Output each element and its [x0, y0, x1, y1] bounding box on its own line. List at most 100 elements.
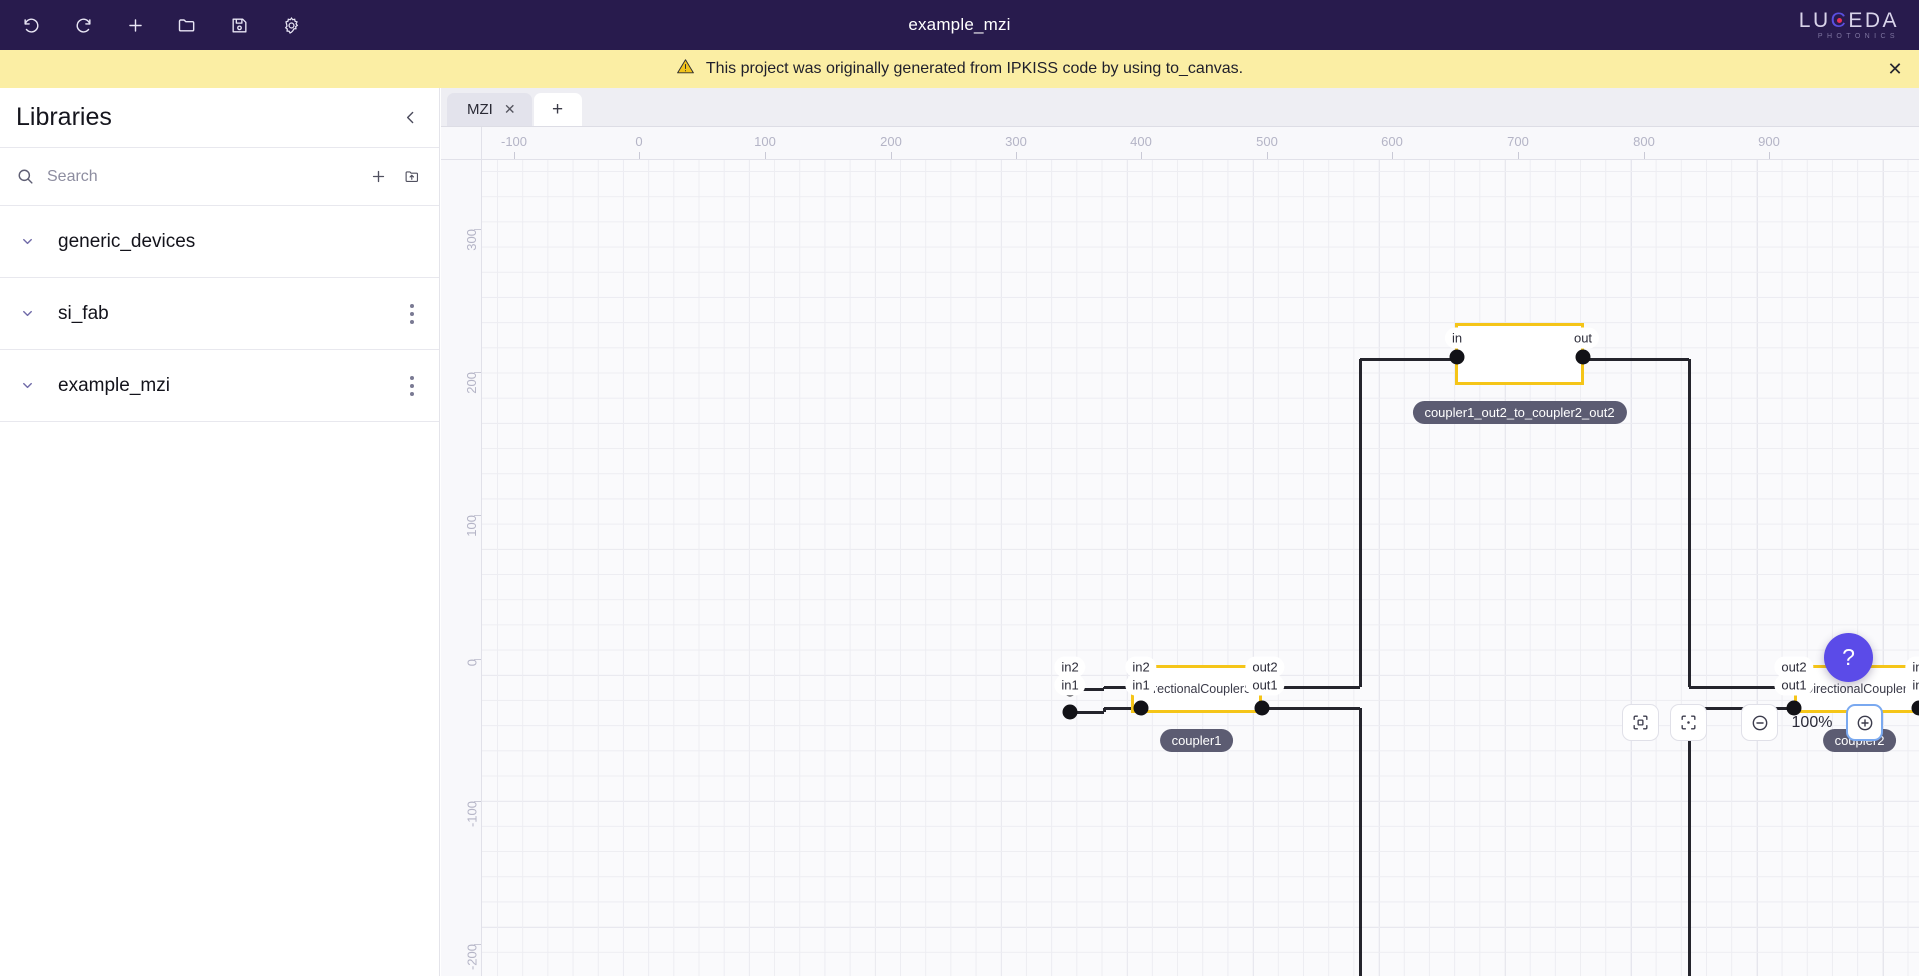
new-tab-button[interactable]: + [534, 93, 582, 126]
close-banner-button[interactable]: ✕ [1885, 59, 1905, 79]
ruler-tick-label: 600 [1381, 134, 1403, 149]
ruler-tick [639, 152, 640, 159]
zoom-in-button[interactable] [1846, 704, 1883, 741]
vertical-ruler: 3002001000-100-200-300 [441, 160, 482, 976]
zoom-level-label: 100% [1789, 714, 1835, 732]
ruler-tick-label: 300 [465, 229, 480, 251]
port-node[interactable] [1255, 701, 1270, 716]
open-folder-icon[interactable] [174, 12, 200, 38]
redo-icon[interactable] [70, 12, 96, 38]
sidebar-item-menu-icon[interactable] [401, 374, 423, 398]
ruler-tick-label: 200 [465, 372, 480, 394]
chevron-down-icon[interactable] [20, 306, 42, 321]
undo-icon[interactable] [18, 12, 44, 38]
ruler-tick [1769, 152, 1770, 159]
canvas[interactable]: -1000100200300400500600700800900 3002001… [441, 127, 1919, 976]
ruler-tick-label: 400 [1130, 134, 1152, 149]
import-library-button[interactable] [401, 166, 423, 188]
component-body[interactable] [1455, 323, 1584, 385]
sidebar-item-menu-icon[interactable] [401, 302, 423, 326]
logo-dot [1837, 18, 1842, 23]
wire-top-arm [1688, 359, 1691, 687]
ruler-tick-label: 800 [1633, 134, 1655, 149]
port-node[interactable] [1063, 705, 1078, 720]
sidebar-item-example-mzi[interactable]: example_mzi [0, 350, 439, 422]
chevron-down-icon[interactable] [20, 234, 42, 249]
sidebar-header: Libraries [0, 88, 439, 148]
port-label: in1 [1905, 675, 1919, 696]
port-label: in1 [1054, 675, 1085, 696]
warning-triangle-icon [676, 57, 695, 81]
port-node[interactable] [1134, 701, 1149, 716]
ruler-tick [765, 152, 766, 159]
port-label: out1 [1245, 675, 1284, 696]
ruler-tick-label: -200 [465, 944, 480, 970]
logo-text-right: EDA [1848, 9, 1899, 32]
search-input[interactable] [47, 168, 355, 186]
ruler-tick-label: -100 [465, 801, 480, 827]
add-library-button[interactable] [367, 166, 389, 188]
sidebar-title: Libraries [16, 103, 112, 132]
warning-banner: This project was originally generated fr… [0, 50, 1919, 88]
ruler-tick-label: -100 [501, 134, 527, 149]
ruler-tick [1141, 152, 1142, 159]
tab-mzi[interactable]: MZI ✕ [447, 93, 532, 126]
app-toolbar: example_mzi LUCEDA PHOTONICS [0, 0, 1919, 50]
help-button[interactable]: ? [1824, 633, 1873, 682]
ruler-tick [1644, 152, 1645, 159]
canvas-grid[interactable]: ...iDirectionalCouplerSPower...in2in1out… [482, 160, 1919, 976]
chevron-down-icon[interactable] [20, 378, 42, 393]
warning-banner-text: This project was originally generated fr… [706, 60, 1243, 78]
ruler-tick-label: 0 [465, 659, 480, 666]
horizontal-ruler: -1000100200300400500600700800900 [441, 127, 1919, 160]
ruler-tick [1267, 152, 1268, 159]
component-top-bar [1455, 323, 1584, 326]
port-node[interactable] [1576, 350, 1591, 365]
ruler-tick-label: 0 [635, 134, 642, 149]
ruler-tick-label: 900 [1758, 134, 1780, 149]
collapse-sidebar-button[interactable] [397, 105, 423, 131]
sidebar-item-si-fab[interactable]: si_fab [0, 278, 439, 350]
editor-area: MZI ✕ + -1000100200300400500600700800900… [441, 88, 1919, 976]
port-node[interactable] [1912, 701, 1919, 716]
sidebar-search-row [0, 148, 439, 206]
libraries-sidebar: Libraries generic_devices si_fab [0, 88, 440, 976]
close-icon[interactable]: ✕ [504, 101, 516, 118]
port-label: out [1567, 328, 1599, 349]
ruler-tick [514, 152, 515, 159]
warning-banner-content: This project was originally generated fr… [676, 57, 1243, 81]
schematic-diagram[interactable]: ...iDirectionalCouplerSPower...in2in1out… [482, 160, 1919, 976]
wire-top-arm [1360, 358, 1457, 361]
ruler-tick-label: 200 [880, 134, 902, 149]
settings-gear-icon[interactable] [278, 12, 304, 38]
search-icon [16, 167, 35, 186]
sidebar-item-label: example_mzi [58, 375, 170, 397]
port-label: in1 [1125, 675, 1156, 696]
logo-text-left: LU [1799, 9, 1831, 32]
logo-subtitle: PHOTONICS [1799, 33, 1899, 40]
luceda-logo: LUCEDA PHOTONICS [1799, 10, 1899, 40]
wire-top-arm [1583, 358, 1689, 361]
ruler-tick-label: 100 [465, 515, 480, 537]
ruler-tick [1392, 152, 1393, 159]
fit-selection-button[interactable] [1622, 704, 1659, 741]
ruler-tick [1016, 152, 1017, 159]
ruler-tick [891, 152, 892, 159]
ruler-tick [1518, 152, 1519, 159]
wire-top-arm [1359, 359, 1362, 687]
new-icon[interactable] [122, 12, 148, 38]
component-name-pill[interactable]: coupler1 [1160, 729, 1234, 752]
zoom-out-button[interactable] [1741, 704, 1778, 741]
tab-bar: MZI ✕ + [441, 88, 1919, 127]
tab-label: MZI [467, 101, 493, 118]
port-node[interactable] [1450, 350, 1465, 365]
wire-bottom-arm [1688, 708, 1691, 976]
component-name-pill[interactable]: coupler1_out2_to_coupler2_out2 [1412, 401, 1626, 424]
toolbar-icon-group [0, 12, 304, 38]
port-label: in [1445, 328, 1469, 349]
sidebar-item-generic-devices[interactable]: generic_devices [0, 206, 439, 278]
logo-c-mark: C [1831, 10, 1849, 32]
port-label: out1 [1774, 675, 1813, 696]
fit-screen-button[interactable] [1670, 704, 1707, 741]
save-icon[interactable] [226, 12, 252, 38]
